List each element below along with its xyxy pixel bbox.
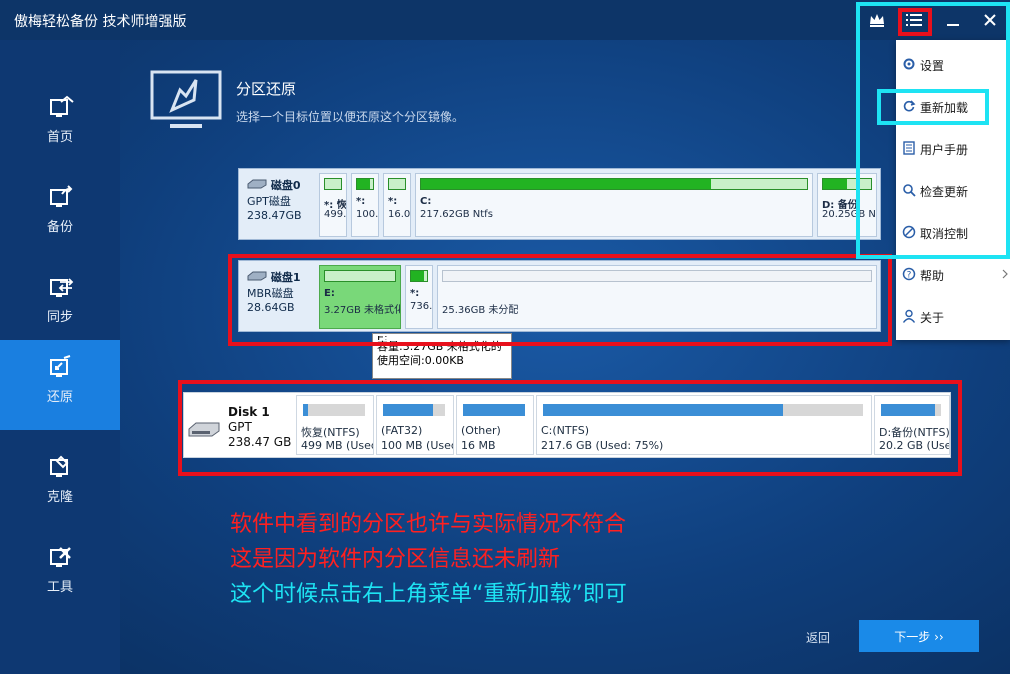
restore-icon: [50, 355, 71, 377]
app-window: 傲梅轻松备份 技术师增强版 首页 备份 同步 还原 克隆 工具 分区还原 选择一…: [0, 0, 1010, 674]
sidebar-item-restore[interactable]: 还原: [0, 340, 120, 430]
disk-drive-icon: [247, 179, 267, 189]
disk0-info: 磁盘0 GPT磁盘 238.47GB: [239, 169, 317, 239]
backup-icon: [50, 185, 73, 207]
sidebar-item-clone[interactable]: 克隆: [0, 440, 120, 530]
svg-text:?: ?: [907, 271, 912, 281]
sidebar-item-label: 还原: [46, 390, 73, 405]
page-title: 分区还原: [236, 80, 297, 98]
menu-item-label: 关于: [920, 311, 945, 325]
usage-bar: [324, 178, 342, 190]
annotation-note-1: 软件中看到的分区也许与实际情况不符合: [230, 512, 627, 537]
help-icon: ?: [902, 267, 916, 281]
menu-item-about[interactable]: 关于: [896, 296, 1010, 338]
annotation-cyan-box-reload: [877, 89, 989, 125]
back-button[interactable]: 返回: [806, 629, 830, 646]
annotation-red-box-disk1: [228, 254, 892, 346]
disk-type: GPT磁盘: [247, 195, 291, 208]
sidebar-item-label: 首页: [46, 130, 73, 145]
disk0-panel[interactable]: 磁盘0 GPT磁盘 238.47GB *: 恢 499. *: 100. *: …: [238, 168, 881, 240]
annotation-cyan-box-menu: [856, 2, 1010, 259]
partition[interactable]: *: 100.: [351, 173, 379, 237]
sidebar-item-sync[interactable]: 同步: [0, 260, 120, 350]
annotation-note-2: 这是因为软件内分区信息还未刷新: [230, 547, 561, 572]
home-icon: [50, 95, 74, 117]
partition-size: 16.0: [388, 209, 411, 220]
partition-label: C:: [420, 196, 432, 207]
restore-monitor-icon: [150, 70, 222, 128]
partition-size: 217.62GB Ntfs: [420, 209, 493, 220]
partition-label: *:: [356, 196, 366, 207]
usage-bar: [420, 178, 808, 190]
disk-size: 238.47GB: [247, 209, 302, 222]
partition-size: 499.: [324, 209, 347, 220]
tools-icon: [50, 547, 71, 567]
partition[interactable]: C: 217.62GB Ntfs: [415, 173, 813, 237]
window-title: 傲梅轻松备份 技术师增强版: [14, 14, 187, 30]
next-button[interactable]: 下一步 ››: [859, 620, 979, 652]
sidebar-item-backup[interactable]: 备份: [0, 170, 120, 260]
menu-item-label: 帮助: [920, 269, 945, 283]
sidebar-item-home[interactable]: 首页: [0, 80, 120, 170]
annotation-red-box-disk2: [178, 380, 962, 476]
usage-bar: [356, 178, 374, 190]
sidebar-item-label: 工具: [46, 580, 73, 595]
menu-item-help[interactable]: ? 帮助: [896, 254, 1010, 296]
usage-bar: [388, 178, 406, 190]
sidebar-item-label: 克隆: [46, 490, 73, 505]
clone-icon: [50, 455, 69, 477]
sidebar-item-label: 备份: [46, 220, 73, 235]
partition[interactable]: *: 恢 499.: [319, 173, 347, 237]
sidebar: 首页 备份 同步 还原 克隆 工具: [0, 40, 120, 674]
sync-icon: [50, 278, 74, 297]
page-subtitle: 选择一个目标位置以便还原这个分区镜像。: [236, 110, 465, 124]
partition-label: *:: [388, 196, 398, 207]
disk-name: 磁盘0: [270, 179, 301, 192]
user-icon: [902, 309, 916, 323]
sidebar-item-label: 同步: [46, 310, 73, 325]
tooltip-line: 使用空间:0.00KB: [377, 354, 464, 367]
annotation-note-3: 这个时候点击右上角菜单“重新加载”即可: [230, 582, 627, 607]
partition-size: 100.: [356, 209, 379, 220]
sidebar-item-tools[interactable]: 工具: [0, 530, 120, 620]
chevron-right-icon: [1002, 269, 1008, 279]
partition[interactable]: *: 16.0: [383, 173, 411, 237]
